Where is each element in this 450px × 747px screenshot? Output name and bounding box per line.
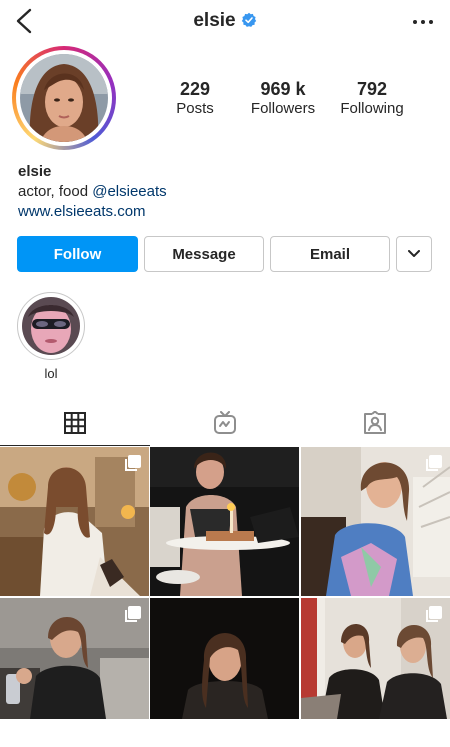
story-highlight[interactable]: lol — [16, 292, 86, 381]
grid-post[interactable] — [150, 447, 299, 596]
grid-post[interactable] — [150, 598, 299, 747]
posts-stat[interactable]: 229 Posts — [160, 79, 230, 119]
highlight-ring — [17, 292, 85, 360]
avatar-photo-image — [20, 54, 108, 142]
grid-post[interactable] — [301, 447, 450, 596]
multiple-photos-icon — [426, 455, 442, 471]
tab-tagged[interactable] — [300, 400, 450, 446]
avatar — [20, 54, 108, 142]
post-photo-image — [150, 598, 299, 719]
profile-avatar-story-ring[interactable] — [12, 46, 116, 150]
highlight-label: lol — [44, 366, 58, 381]
bio-mention-link[interactable]: @elsieeats — [92, 183, 166, 200]
website-link[interactable]: www.elsieeats.com — [18, 202, 438, 222]
followers-label: Followers — [250, 100, 316, 117]
multiple-photos-icon — [426, 606, 442, 622]
highlight-cover-image — [22, 297, 80, 355]
verified-badge-icon — [241, 12, 256, 27]
grid-post[interactable] — [0, 447, 149, 596]
multiple-photos-icon — [125, 606, 141, 622]
posts-count: 229 — [179, 79, 211, 99]
grid-post[interactable] — [301, 598, 450, 747]
followers-count: 969 k — [260, 79, 306, 99]
profile-title: elsie — [0, 10, 450, 32]
igtv-icon — [214, 411, 236, 434]
tab-posts-grid[interactable] — [0, 400, 150, 446]
email-button[interactable]: Email — [270, 236, 390, 272]
more-options-icon[interactable] — [412, 14, 434, 30]
bio-description: actor, food — [18, 183, 93, 200]
suggested-accounts-button[interactable] — [396, 236, 432, 272]
following-stat[interactable]: 792 Following — [332, 79, 412, 119]
profile-stats: 229 Posts 969 k Followers 792 Following — [150, 79, 420, 123]
posts-grid — [0, 447, 450, 719]
following-label: Following — [340, 100, 404, 117]
message-button[interactable]: Message — [144, 236, 264, 272]
profile-display-name: elsie — [18, 163, 52, 180]
posts-label: Posts — [176, 100, 214, 117]
username-title: elsie — [193, 10, 236, 31]
followers-stat[interactable]: 969 k Followers — [242, 79, 324, 119]
profile-bio: elsie actor, food @elsieeats www.elsieea… — [18, 162, 438, 222]
chevron-down-icon — [408, 250, 420, 257]
profile-content-tabs — [0, 400, 450, 446]
following-count: 792 — [356, 79, 388, 99]
post-photo-image — [150, 447, 299, 596]
tab-igtv[interactable] — [150, 400, 300, 446]
top-navigation-bar: elsie — [0, 0, 450, 44]
tagged-icon — [364, 411, 386, 434]
highlight-cover — [22, 297, 80, 355]
bio-text: actor, food @elsieeats — [18, 182, 438, 202]
grid-icon — [64, 411, 86, 434]
grid-post[interactable] — [0, 598, 149, 747]
multiple-photos-icon — [125, 455, 141, 471]
follow-button[interactable]: Follow — [17, 236, 138, 272]
